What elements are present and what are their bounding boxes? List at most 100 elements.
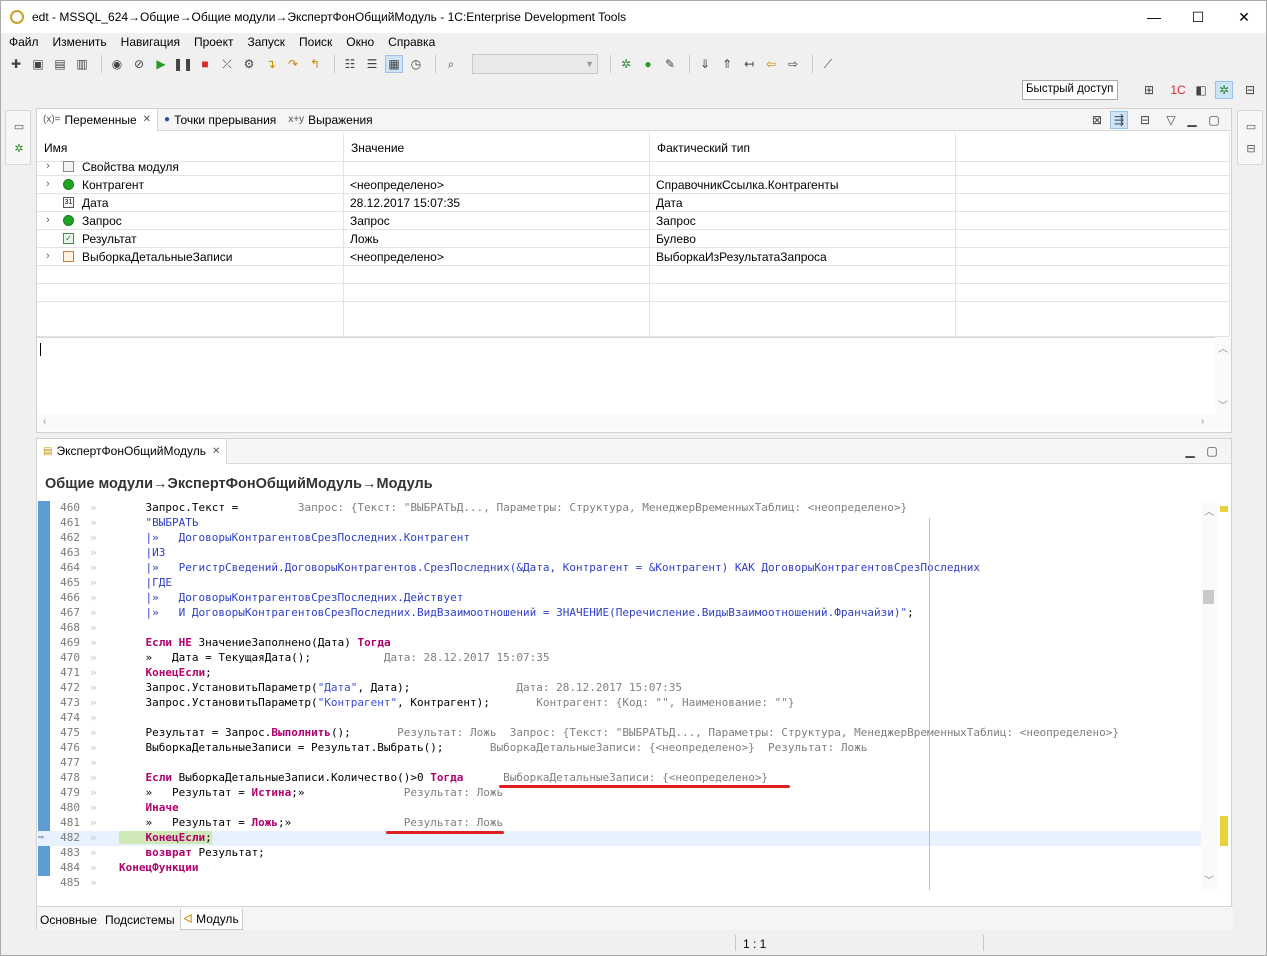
code-line[interactable]: 472 » Запрос.УстановитьПараметр("Дата", Д…	[38, 681, 1202, 696]
menu-help[interactable]: Справка	[388, 35, 435, 49]
prev-annotation-icon[interactable]: ⇑	[718, 55, 736, 73]
detail-horizontal-scrollbar[interactable]: ‹ ›	[37, 414, 1231, 431]
table-row[interactable]: › Контрагент <неопределено> СправочникСсы…	[37, 176, 1230, 194]
show-logical-structure-icon[interactable]: ⇶	[1110, 111, 1128, 129]
scroll-left-icon[interactable]: ‹	[43, 416, 46, 427]
perspective-1c-icon[interactable]: 1C	[1169, 81, 1187, 99]
new-icon[interactable]: ✚	[7, 55, 25, 73]
code-line[interactable]: 482 » КонецЕсли; ⇨	[38, 831, 1202, 846]
code-line[interactable]: 475 » Результат = Запрос.Выполнить(); Рез…	[38, 726, 1202, 741]
step-return-icon[interactable]: ↰	[306, 55, 324, 73]
tab-editor-module[interactable]: ▤ ЭкспертФонОбщийМодуль ✕	[37, 438, 228, 464]
external-tools-icon[interactable]: ✎	[661, 55, 679, 73]
inspect-icon[interactable]: ⌕	[442, 55, 460, 73]
show-type-names-icon[interactable]: ⊠	[1088, 111, 1106, 129]
perspective-other-icon[interactable]: ⊟	[1241, 81, 1259, 99]
run-config-combo[interactable]: ▼	[472, 54, 598, 74]
code-line[interactable]: 480 » Иначе	[38, 801, 1202, 816]
code-line[interactable]: 464 » |» РегистрСведений.ДоговорыКонтраге…	[38, 561, 1202, 576]
restore-icon[interactable]: ▭	[1244, 119, 1258, 133]
connect-icon[interactable]: ⚙	[240, 55, 258, 73]
next-annotation-icon[interactable]: ⇓	[696, 55, 714, 73]
menu-edit[interactable]: Изменить	[53, 35, 107, 49]
code-line[interactable]: 473 » Запрос.УстановитьПараметр("Контраге…	[38, 696, 1202, 711]
perspective-git-icon[interactable]: ◧	[1192, 81, 1210, 99]
scroll-thumb[interactable]	[1203, 590, 1214, 604]
profile-icon[interactable]: ◉	[108, 55, 126, 73]
code-line[interactable]: 465 » |ГДЕ	[38, 576, 1202, 591]
resume-icon[interactable]: ▶	[152, 55, 170, 73]
debug-icon[interactable]: ✲	[617, 55, 635, 73]
scroll-up-icon[interactable]: ︿	[1218, 340, 1228, 355]
chevron-right-icon[interactable]: ›	[46, 250, 50, 262]
debug-panel-icon[interactable]: ▦	[385, 55, 403, 73]
maximize-view-icon[interactable]: ▢	[1205, 111, 1223, 129]
code-line[interactable]: 481 » » Результат = Ложь;» Результат: Лож…	[38, 816, 1202, 831]
code-line[interactable]: 460 » Запрос.Текст = Запрос: {Текст: "ВЫБ…	[38, 501, 1202, 516]
code-line[interactable]: 476 » ВыборкаДетальныеЗаписи = Результат.…	[38, 741, 1202, 756]
code-line[interactable]: 461 » "ВЫБРАТЬ	[38, 516, 1202, 531]
suspend-icon[interactable]: ❚❚	[173, 55, 193, 73]
scroll-up-icon[interactable]: ︿	[1204, 503, 1214, 518]
save-icon[interactable]: ▣	[29, 55, 47, 73]
code-line[interactable]: 463 » |ИЗ	[38, 546, 1202, 561]
step-over-icon[interactable]: ↷	[284, 55, 302, 73]
code-line[interactable]: 470 » » Дата = ТекущаяДата(); Дата: 28.12…	[38, 651, 1202, 666]
open-perspective-icon[interactable]: ⊞	[1140, 81, 1158, 99]
code-line[interactable]: 485 »	[38, 876, 1202, 891]
maximize-button[interactable]: ☐	[1175, 1, 1221, 33]
table-row[interactable]: › Запрос Запрос Запрос	[37, 212, 1230, 230]
detail-vertical-scrollbar[interactable]: ︿ ﹀	[1215, 337, 1231, 414]
code-line[interactable]: 466 » |» ДоговорыКонтрагентовСрезПоследни…	[38, 591, 1202, 606]
back-icon[interactable]: ⇦	[762, 55, 780, 73]
overview-marker[interactable]	[1220, 816, 1228, 846]
code-line[interactable]: 477 »	[38, 756, 1202, 771]
table-row[interactable]: › ВыборкаДетальныеЗаписи <неопределено> В…	[37, 248, 1230, 266]
close-icon[interactable]: ✕	[143, 114, 151, 125]
code-line[interactable]: 471 » КонецЕсли;	[38, 666, 1202, 681]
restore-icon[interactable]: ▭	[12, 119, 26, 133]
code-line[interactable]: 484 » КонецФункции	[38, 861, 1202, 876]
code-line[interactable]: 483 » возврат Результат;	[38, 846, 1202, 861]
maximize-view-icon[interactable]: ▢	[1203, 442, 1221, 460]
scroll-right-icon[interactable]: ›	[1201, 416, 1204, 427]
save-all-icon[interactable]: ▤	[51, 55, 69, 73]
step-into-icon[interactable]: ↴	[262, 55, 280, 73]
quick-access-input[interactable]: Быстрый доступ	[1022, 80, 1118, 100]
terminate-icon[interactable]: ■	[196, 55, 214, 73]
outline-icon[interactable]: ⊟	[1244, 141, 1258, 155]
minimize-view-icon[interactable]: ▁	[1181, 442, 1199, 460]
column-name[interactable]: Имя	[37, 133, 344, 161]
table-row[interactable]: ✓ Результат Ложь Булево	[37, 230, 1230, 248]
tab-variables[interactable]: (x)= Переменные ✕	[37, 108, 159, 131]
code-line[interactable]: 478 » Если ВыборкаДетальныеЗаписи.Количес…	[38, 771, 1202, 786]
tab-main[interactable]: Основные	[37, 910, 100, 930]
calc-expr-icon[interactable]: ☷	[341, 55, 359, 73]
editor-vertical-scrollbar[interactable]: ︿ ﹀	[1201, 501, 1217, 889]
code-line[interactable]: 462 » |» ДоговорыКонтрагентовСрезПоследни…	[38, 531, 1202, 546]
scroll-down-icon[interactable]: ﹀	[1218, 397, 1228, 412]
menu-window[interactable]: Окно	[346, 35, 374, 49]
code-line[interactable]: 469 » Если НЕ ЗначениеЗаполнено(Дата) Тог…	[38, 636, 1202, 651]
print-icon[interactable]: ▥	[73, 55, 91, 73]
code-line[interactable]: 474 »	[38, 711, 1202, 726]
chevron-right-icon[interactable]: ›	[46, 214, 50, 226]
code-editor[interactable]: 460 » Запрос.Текст = Запрос: {Текст: "ВЫБ…	[38, 501, 1234, 891]
scroll-down-icon[interactable]: ﹀	[1204, 872, 1214, 887]
forward-icon[interactable]: ⇨	[784, 55, 802, 73]
perspective-debug-icon[interactable]: ✲	[1215, 81, 1233, 99]
timer-icon[interactable]: ◷	[407, 55, 425, 73]
column-value[interactable]: Значение	[344, 133, 650, 161]
last-edit-icon[interactable]: ↤	[740, 55, 758, 73]
variable-detail-pane[interactable]	[37, 337, 1231, 414]
column-type[interactable]: Фактический тип	[650, 133, 956, 161]
menu-navigate[interactable]: Навигация	[121, 35, 180, 49]
minimize-view-icon[interactable]: ▁	[1183, 111, 1201, 129]
code-line[interactable]: 468 »	[38, 621, 1202, 636]
overview-marker[interactable]	[1220, 506, 1228, 512]
menu-file[interactable]: Файл	[9, 35, 39, 49]
run-icon[interactable]: ●	[639, 55, 657, 73]
chevron-right-icon[interactable]: ›	[46, 178, 50, 190]
menu-run[interactable]: Запуск	[247, 35, 285, 49]
tab-expressions[interactable]: x+y Выражения	[282, 109, 378, 131]
